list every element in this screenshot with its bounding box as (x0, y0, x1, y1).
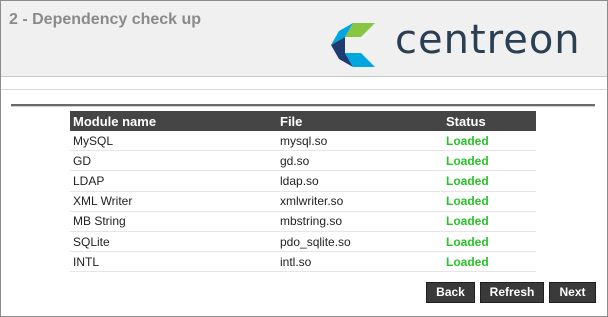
module-status: Loaded (443, 131, 536, 152)
module-file: ldap.so (277, 170, 443, 192)
module-status: Loaded (443, 150, 536, 172)
col-header-status: Status (443, 111, 536, 131)
table-header-row: Module name File Status (70, 111, 536, 131)
module-name: INTL (70, 251, 277, 273)
installer-window: 2 - Dependency check up centreon Module … (0, 0, 608, 317)
step-title: 2 - Dependency check up (9, 11, 202, 28)
refresh-button[interactable]: Refresh (480, 282, 544, 303)
col-header-module: Module name (70, 111, 277, 131)
table-row: GD gd.so Loaded (70, 150, 536, 172)
module-name: GD (70, 150, 277, 172)
module-name: LDAP (70, 170, 277, 192)
module-status: Loaded (443, 211, 536, 232)
module-file: mbstring.so (277, 211, 443, 232)
module-name: MySQL (70, 131, 277, 152)
next-button[interactable]: Next (549, 282, 596, 303)
module-status: Loaded (443, 191, 536, 212)
table-row: INTL intl.so Loaded (70, 251, 536, 273)
module-file: pdo_sqlite.so (277, 231, 443, 253)
module-name: SQLite (70, 231, 277, 253)
centreon-logo: centreon (331, 17, 591, 71)
brand-name: centreon (395, 17, 581, 63)
back-button[interactable]: Back (426, 282, 475, 303)
table-row: XML Writer xmlwriter.so Loaded (70, 191, 536, 212)
module-name: MB String (70, 211, 277, 232)
header-bar: 2 - Dependency check up centreon (1, 1, 607, 77)
module-file: intl.so (277, 251, 443, 273)
module-status: Loaded (443, 251, 536, 273)
module-status: Loaded (443, 170, 536, 192)
section-rule (11, 104, 595, 107)
module-status: Loaded (443, 231, 536, 253)
dependency-table: Module name File Status MySQL mysql.so L… (70, 111, 536, 273)
table-row: LDAP ldap.so Loaded (70, 170, 536, 192)
module-file: xmlwriter.so (277, 191, 443, 212)
module-name: XML Writer (70, 191, 277, 212)
module-file: mysql.so (277, 131, 443, 152)
table-row: MB String mbstring.so Loaded (70, 211, 536, 232)
col-header-file: File (277, 111, 443, 131)
divider (1, 89, 607, 90)
centreon-logo-icon (331, 23, 375, 67)
table-row: SQLite pdo_sqlite.so Loaded (70, 231, 536, 253)
module-file: gd.so (277, 150, 443, 172)
table-row: MySQL mysql.so Loaded (70, 131, 536, 152)
